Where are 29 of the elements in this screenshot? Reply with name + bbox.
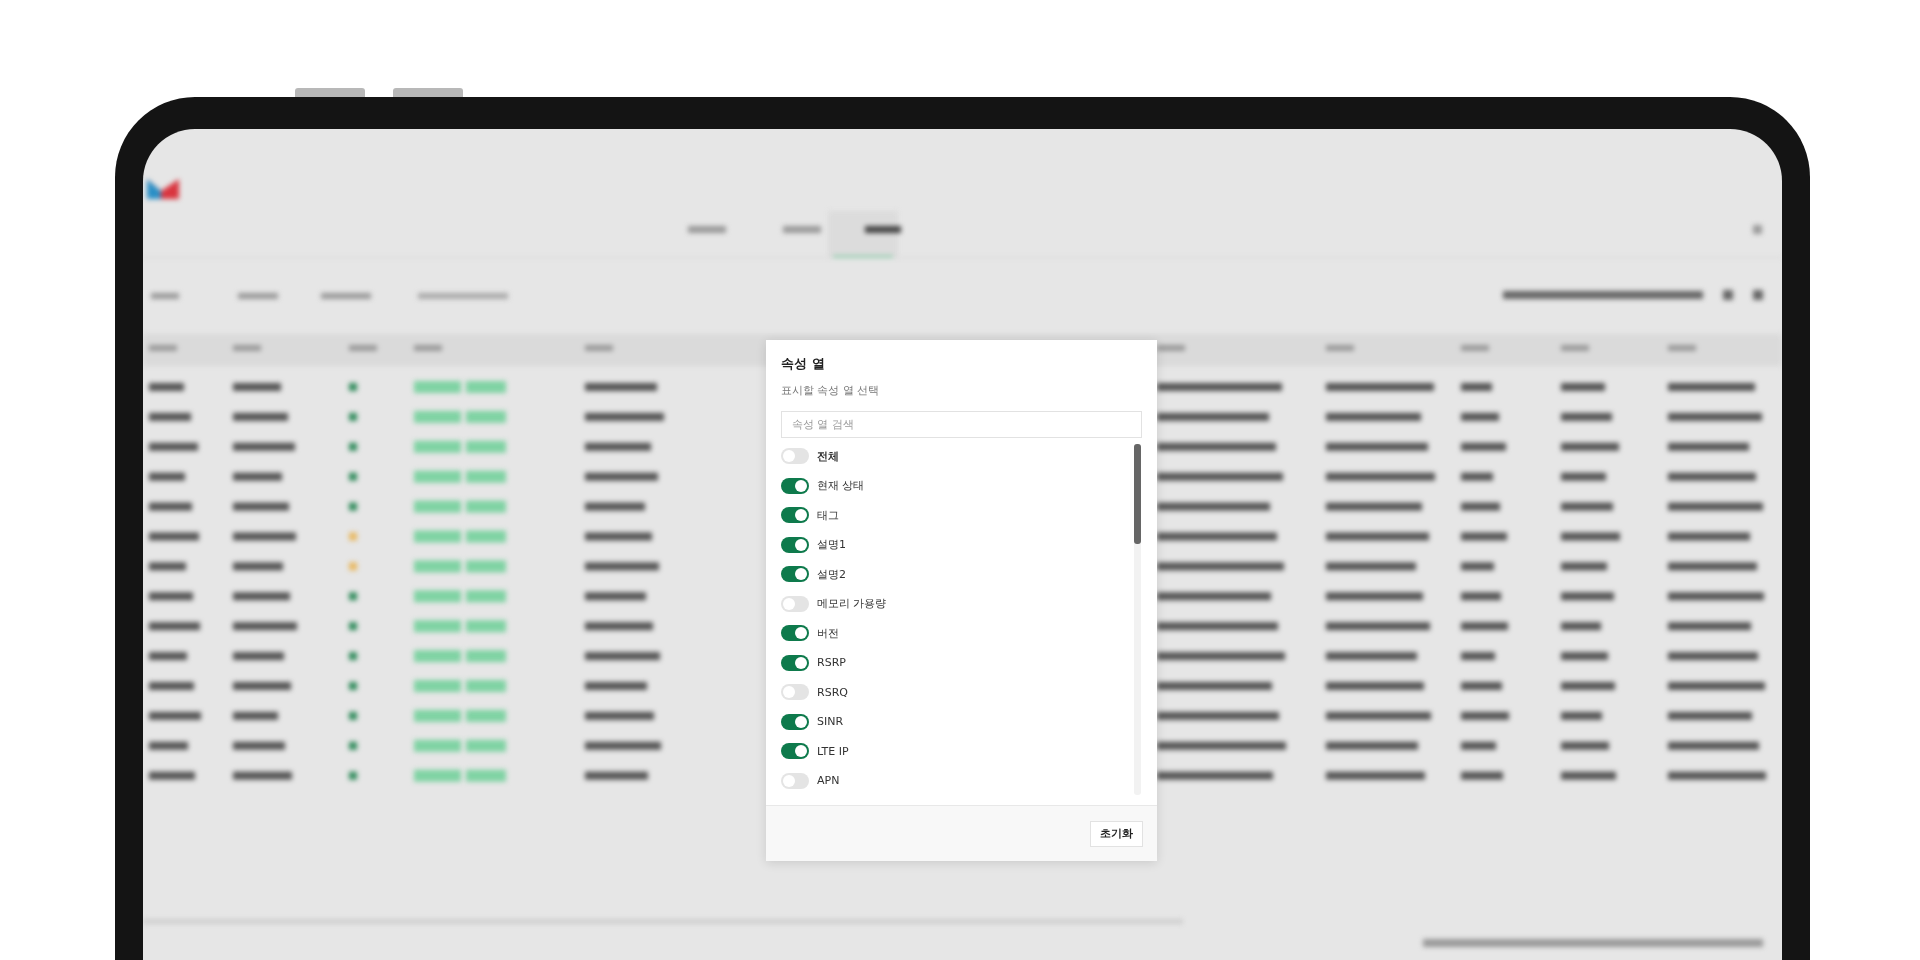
toggle-switch[interactable] — [781, 595, 809, 612]
toggle-switch[interactable] — [781, 772, 809, 789]
column-label: 설명2 — [817, 566, 846, 582]
toggle-switch[interactable] — [781, 625, 809, 642]
toggle-switch[interactable] — [781, 536, 809, 553]
toggle-switch[interactable] — [781, 743, 809, 760]
column-label: 태그 — [817, 507, 839, 523]
column-label: 전체 — [817, 448, 839, 464]
column-label: RSRP — [817, 656, 846, 670]
toggle-switch[interactable] — [781, 566, 809, 583]
toggle-switch[interactable] — [781, 477, 809, 494]
column-label: 버전 — [817, 625, 839, 641]
toggle-switch[interactable] — [781, 684, 809, 701]
toggle-switch[interactable] — [781, 448, 809, 465]
column-label: LTE IP — [817, 744, 849, 758]
column-label: APN — [817, 774, 840, 788]
reset-button[interactable]: 초기화 — [1090, 820, 1143, 847]
dialog-subtitle: 표시할 속성 열 선택 — [781, 383, 881, 398]
column-label: 메모리 가용량 — [817, 596, 887, 612]
search-field[interactable]: 속성 열 검색 — [781, 411, 1142, 438]
column-label: 설명1 — [817, 537, 846, 553]
scrollbar[interactable] — [1134, 444, 1141, 795]
toggle-switch[interactable] — [781, 654, 809, 671]
column-label: SINR — [817, 715, 844, 729]
toggle-switch[interactable] — [781, 713, 809, 730]
toggle-switch[interactable] — [781, 507, 809, 524]
dialog-title: 속성 열 — [781, 355, 826, 373]
column-label: 현재 상태 — [817, 478, 865, 494]
column-label: RSRQ — [817, 685, 848, 699]
